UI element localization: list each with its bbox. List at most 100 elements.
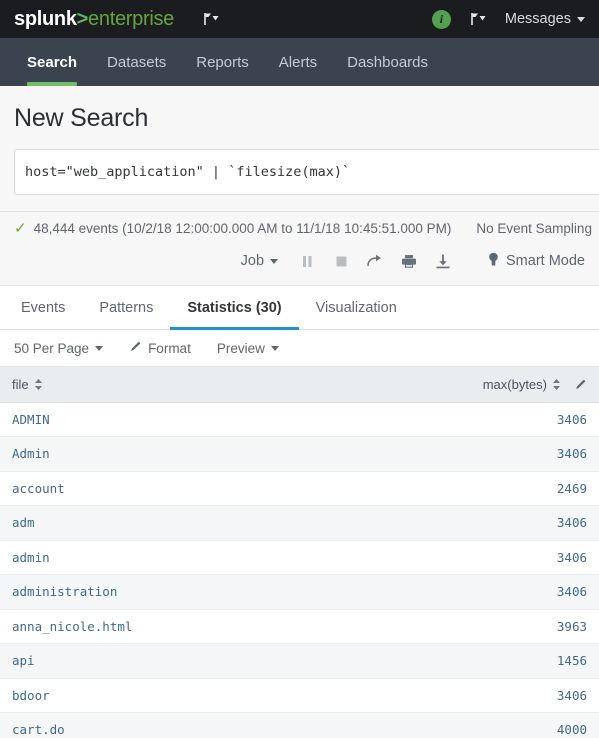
value-link[interactable]: 3406 (557, 412, 587, 427)
cell-max-bytes[interactable]: 3406 (377, 402, 599, 437)
per-page-selector[interactable]: 50 Per Page (14, 341, 129, 356)
sort-toggle-icon[interactable] (34, 378, 43, 391)
table-row[interactable]: account 2469 (0, 471, 599, 506)
cell-max-bytes[interactable]: 3406 (377, 540, 599, 575)
print-icon[interactable] (392, 249, 426, 273)
event-count-text: 48,444 events (10/2/18 12:00:00.000 AM t… (33, 221, 452, 236)
cell-max-bytes[interactable]: 2469 (377, 471, 599, 506)
cell-file[interactable]: ADMIN (0, 402, 378, 437)
value-link[interactable]: 2469 (557, 481, 587, 496)
column-header-file[interactable]: file (0, 367, 378, 403)
nav-item-search[interactable]: Search (12, 38, 92, 86)
file-link[interactable]: administration (12, 584, 117, 599)
preview-selector[interactable]: Preview (217, 341, 305, 356)
file-link[interactable]: ADMIN (12, 412, 50, 427)
value-link[interactable]: 3963 (557, 619, 587, 634)
cell-max-bytes[interactable]: 3406 (377, 505, 599, 541)
column-label-max-bytes: max(bytes) (482, 376, 547, 392)
cell-file[interactable]: anna_nicole.html (0, 609, 378, 644)
value-link[interactable]: 4000 (557, 722, 587, 737)
search-mode-selector[interactable]: Smart Mode (488, 252, 585, 271)
cell-file[interactable]: Admin (0, 436, 378, 472)
brand-splunk-text: splunk (14, 7, 77, 30)
cell-file[interactable]: administration (0, 574, 378, 610)
cell-file[interactable]: admin (0, 540, 378, 575)
search-input[interactable]: host="web_application" | `filesize(max)` (25, 164, 350, 180)
splunk-logo[interactable]: splunk > enterprise (14, 8, 174, 31)
file-link[interactable]: adm (12, 515, 35, 530)
nav-label-alerts: Alerts (278, 53, 318, 71)
table-row[interactable]: anna_nicole.html 3963 (0, 609, 599, 644)
search-bar[interactable]: host="web_application" | `filesize(max)` (14, 149, 599, 195)
table-row[interactable]: administration 3406 (0, 574, 599, 610)
cell-max-bytes[interactable]: 1456 (377, 643, 599, 679)
stop-icon[interactable] (324, 249, 358, 273)
flag-dropdown-icon[interactable] (202, 12, 220, 26)
chevron-down-icon (577, 16, 585, 22)
tab-events[interactable]: Events (4, 286, 82, 329)
cell-file[interactable]: adm (0, 505, 378, 541)
export-download-icon[interactable] (426, 249, 460, 273)
search-header-panel: New Search host="web_application" | `fil… (0, 86, 599, 212)
nav-item-datasets[interactable]: Datasets (92, 38, 181, 86)
value-link[interactable]: 3406 (557, 584, 587, 599)
cell-max-bytes[interactable]: 3406 (377, 436, 599, 472)
value-link[interactable]: 3406 (557, 515, 587, 530)
file-link[interactable]: admin (12, 550, 50, 565)
tab-patterns[interactable]: Patterns (82, 286, 170, 329)
messages-menu[interactable]: Messages (505, 11, 585, 27)
file-link[interactable]: api (12, 653, 35, 668)
cell-max-bytes[interactable]: 3963 (377, 609, 599, 644)
file-link[interactable]: bdoor (12, 688, 50, 703)
column-header-max-bytes[interactable]: max(bytes) (377, 367, 599, 403)
table-row[interactable]: ADMIN 3406 (0, 402, 599, 437)
table-row[interactable]: api 1456 (0, 643, 599, 679)
cell-max-bytes[interactable]: 4000 (377, 712, 599, 738)
value-link[interactable]: 3406 (557, 446, 587, 461)
job-menu-button[interactable]: Job (229, 253, 290, 269)
page-title: New Search (14, 104, 149, 132)
value-link[interactable]: 3406 (557, 550, 587, 565)
file-link[interactable]: cart.do (12, 722, 65, 737)
tab-statistics[interactable]: Statistics (30) (170, 286, 299, 330)
activity-flag-icon[interactable] (469, 12, 487, 26)
cell-max-bytes[interactable]: 3406 (377, 574, 599, 610)
per-page-label: 50 Per Page (14, 340, 90, 356)
table-row[interactable]: admin 3406 (0, 540, 599, 575)
share-arrow-icon[interactable] (358, 249, 392, 273)
cell-file[interactable]: cart.do (0, 712, 378, 738)
sort-toggle-icon[interactable] (552, 378, 561, 391)
brand-enterprise-text: enterprise (88, 7, 174, 30)
table-row[interactable]: Admin 3406 (0, 436, 599, 472)
cell-file[interactable]: bdoor (0, 678, 378, 713)
nav-label-dashboards: Dashboards (347, 53, 429, 71)
table-row[interactable]: bdoor 3406 (0, 678, 599, 713)
file-link[interactable]: Admin (12, 446, 50, 461)
chevron-down-icon (270, 345, 279, 351)
value-link[interactable]: 1456 (557, 653, 587, 668)
result-tabs: Events Patterns Statistics (30) Visualiz… (0, 286, 599, 330)
file-link[interactable]: anna_nicole.html (12, 619, 132, 634)
column-format-pencil-icon[interactable] (574, 378, 587, 391)
tab-visualization[interactable]: Visualization (299, 286, 414, 329)
nav-item-alerts[interactable]: Alerts (264, 38, 332, 86)
job-control-bar: Job Smart Mode (0, 244, 599, 286)
info-circle-icon[interactable]: i (431, 9, 451, 29)
cell-file[interactable]: account (0, 471, 378, 506)
format-button[interactable]: Format (129, 340, 217, 356)
chevron-down-icon (95, 345, 104, 351)
nav-item-dashboards[interactable]: Dashboards (332, 38, 443, 86)
value-link[interactable]: 3406 (557, 688, 587, 703)
cell-max-bytes[interactable]: 3406 (377, 678, 599, 713)
pause-icon[interactable] (290, 249, 324, 273)
nav-item-reports[interactable]: Reports (181, 38, 264, 86)
nav-label-datasets: Datasets (107, 53, 167, 71)
file-link[interactable]: account (12, 481, 65, 496)
search-mode-label: Smart Mode (506, 253, 585, 269)
table-row[interactable]: cart.do 4000 (0, 712, 599, 738)
event-sampling-selector[interactable]: No Event Sampling (476, 221, 592, 236)
cell-file[interactable]: api (0, 643, 378, 679)
table-row[interactable]: adm 3406 (0, 505, 599, 541)
messages-label: Messages (504, 11, 571, 27)
job-menu-label: Job (240, 253, 265, 269)
